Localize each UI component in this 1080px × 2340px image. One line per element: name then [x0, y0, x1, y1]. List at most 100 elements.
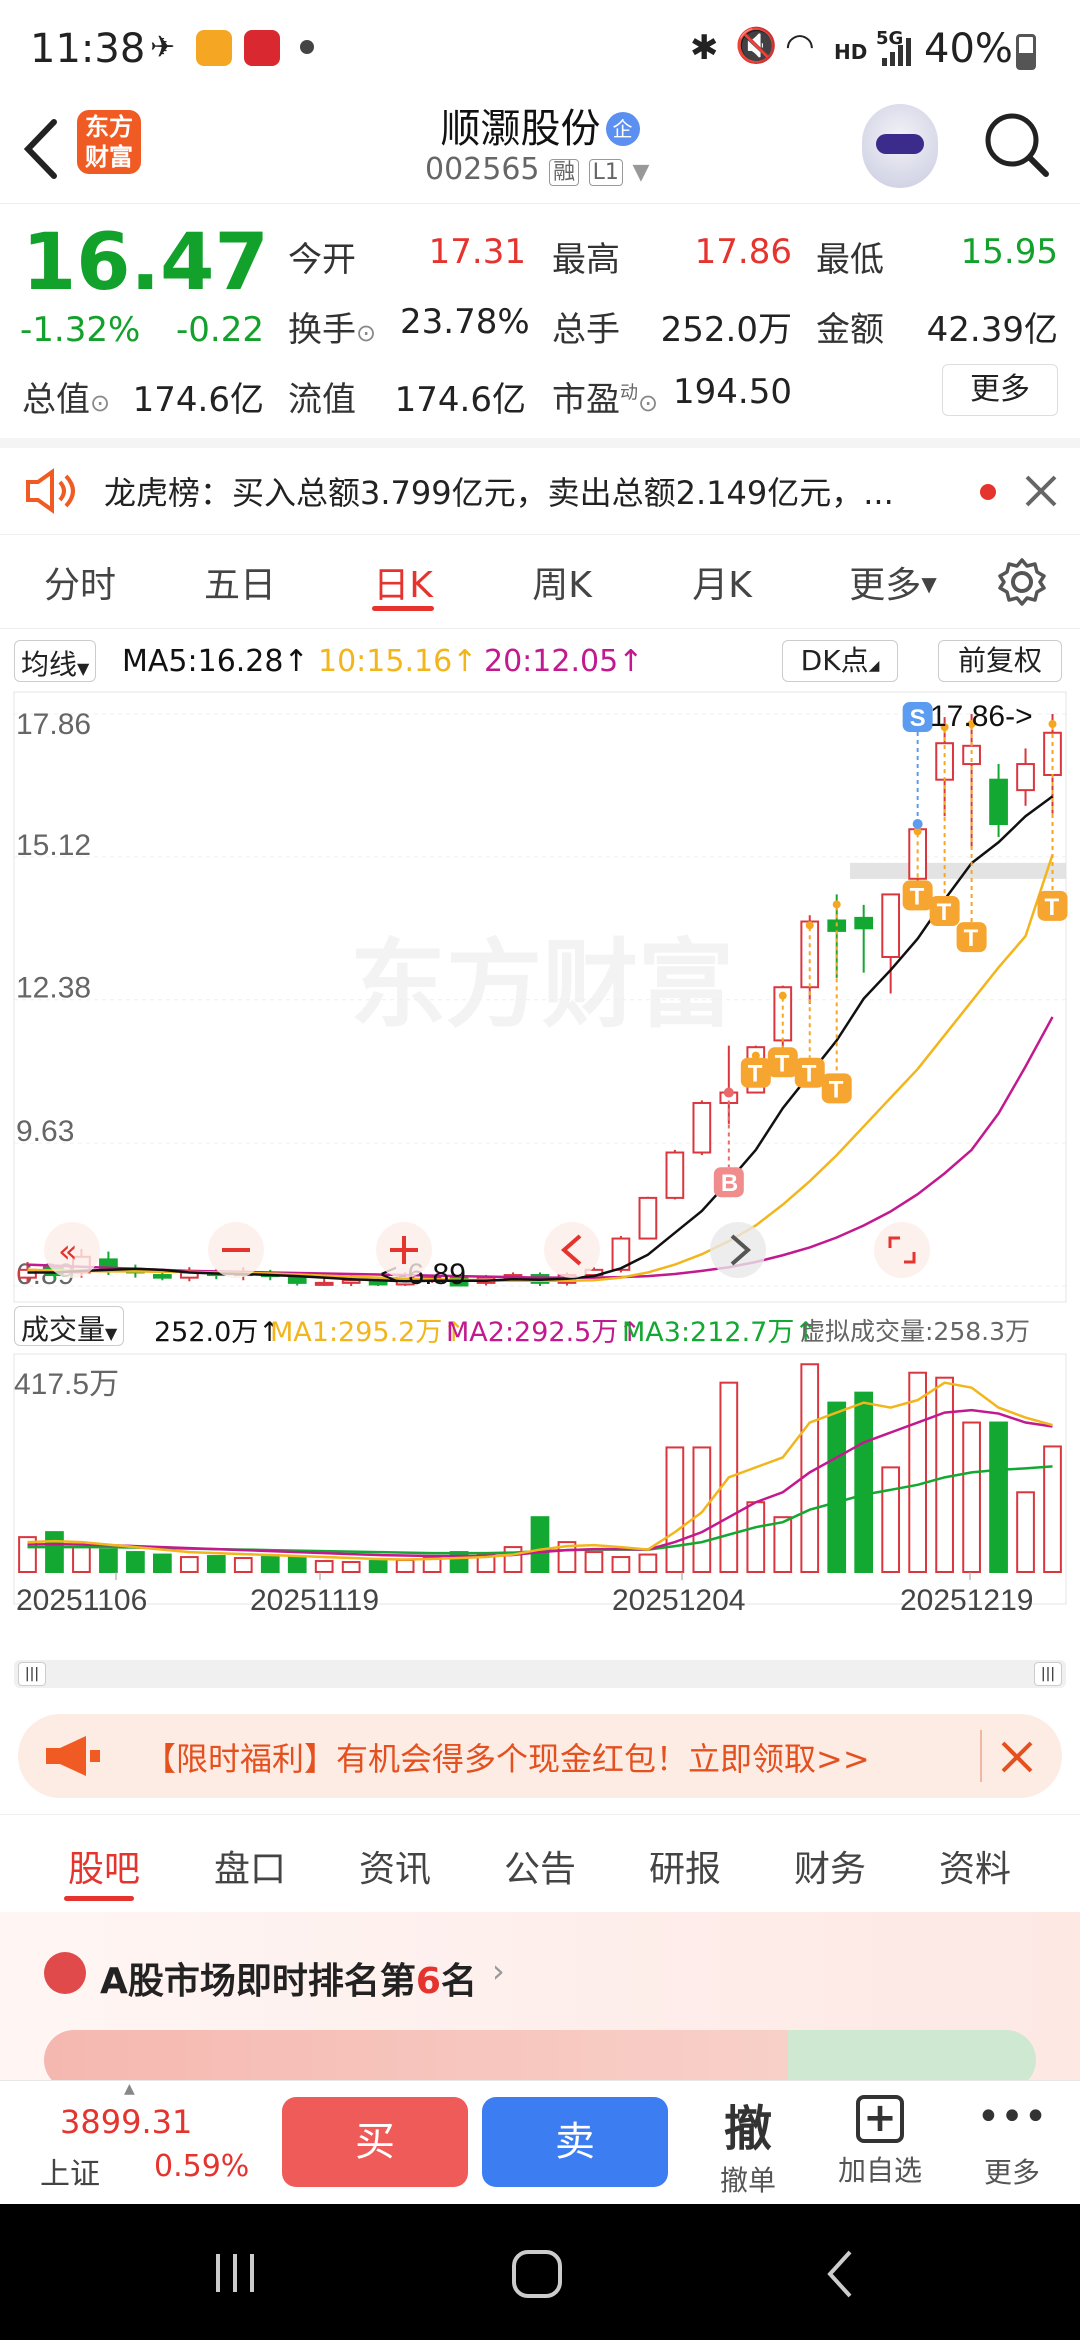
tab-daily-k[interactable]: 日K: [333, 556, 473, 608]
tab-handicap[interactable]: 盘口: [190, 1840, 310, 1892]
volume-indicator-selector[interactable]: 成交量▼: [14, 1306, 125, 1346]
virtual-volume: 虚拟成交量:258.3万: [800, 1317, 1030, 1346]
bluetooth-icon: ✱: [690, 28, 719, 68]
sell-button[interactable]: 卖: [482, 2097, 668, 2187]
index-value[interactable]: 3899.31: [60, 2103, 192, 2141]
volume-bar: [206, 1555, 226, 1573]
tab-monthly-k[interactable]: 月K: [652, 556, 792, 608]
scroll-left-icon[interactable]: [544, 1222, 600, 1278]
tab-research[interactable]: 研报: [625, 1840, 745, 1892]
signal-dot: [805, 921, 814, 930]
tab-finance[interactable]: 财务: [770, 1840, 890, 1892]
active-tab-indicator: [64, 1896, 134, 1901]
candle: [989, 778, 1008, 826]
candle: [881, 893, 901, 958]
turnover-value: 23.78%: [400, 302, 530, 342]
tab-more[interactable]: 更多▼: [818, 556, 968, 608]
highlight-band: [850, 862, 1066, 879]
scroll-right-icon[interactable]: [710, 1222, 766, 1278]
volume-bar: [854, 1391, 874, 1573]
chart-scrollbar[interactable]: ||| |||: [14, 1660, 1066, 1688]
tab-intraday[interactable]: 分时: [10, 556, 150, 608]
volume-bar: [72, 1546, 91, 1573]
tab-news[interactable]: 资讯: [335, 1840, 455, 1892]
add-icon: +: [856, 2095, 904, 2143]
y-tick-label: 17.86: [16, 708, 91, 741]
buy-button[interactable]: 买: [282, 2097, 468, 2187]
volume-bar: [692, 1446, 712, 1573]
signal-s-label: S: [910, 705, 926, 732]
signal-dot: [778, 991, 787, 1000]
scrollbar-right-handle[interactable]: |||: [1034, 1662, 1062, 1686]
more-dots-icon: •••: [976, 2094, 1048, 2140]
back-nav-icon[interactable]: [820, 2246, 860, 2302]
dk-point-button[interactable]: DK点◢: [782, 640, 898, 682]
volume-bar: [260, 1556, 280, 1574]
tab-weekly-k[interactable]: 周K: [492, 556, 632, 608]
notice-bar[interactable]: 龙虎榜：买入总额3.799亿元，卖出总额2.149亿元，...: [0, 448, 1080, 534]
change-amount: -0.22: [176, 310, 264, 350]
volume-bar: [1043, 1445, 1062, 1573]
info-icon: ⊙: [90, 389, 111, 417]
index-change[interactable]: 0.59%: [154, 2149, 249, 2184]
y-tick-label: 15.12: [16, 829, 91, 862]
dropdown-icon: ▼: [632, 160, 650, 185]
volume-chart[interactable]: 417.5万 20251106 20251119 20251204 20251219: [0, 1350, 1080, 1610]
y-tick-label: 12.38: [16, 972, 91, 1005]
y-tick-label: 9.63: [16, 1115, 74, 1148]
index-name[interactable]: 上证: [40, 2149, 100, 2193]
ranking-text: A股市场即时排名第6名: [100, 1961, 477, 2002]
close-icon[interactable]: [1022, 472, 1060, 510]
tab-profile[interactable]: 资料: [915, 1840, 1035, 1892]
change-percent: -1.32%: [20, 310, 141, 350]
close-banner-icon[interactable]: [998, 1738, 1036, 1776]
speaker-icon: [26, 468, 75, 514]
tab-guba[interactable]: 股吧: [44, 1840, 164, 1892]
recent-apps-icon[interactable]: [210, 2248, 260, 2298]
pe-label: 市盈动⊙: [552, 380, 659, 420]
cancel-order-icon: 撤: [723, 2101, 772, 2157]
candle: [1016, 763, 1035, 792]
volume-bar: [152, 1553, 172, 1574]
fullscreen-icon[interactable]: [874, 1222, 930, 1278]
signal-dot: [723, 1087, 734, 1098]
high-price-marker: 17.86->: [930, 700, 1033, 733]
more-menu-button[interactable]: ••• 更多: [964, 2089, 1060, 2191]
volume-bar: [638, 1553, 658, 1574]
signal-t-label: T: [775, 1050, 790, 1077]
system-nav-bar: [0, 2204, 1080, 2340]
volume-bar: [368, 1560, 388, 1573]
battery-icon: [1016, 34, 1036, 70]
amount-label: 金额: [816, 310, 884, 350]
ma-selector[interactable]: 均线▼: [14, 640, 97, 682]
volume-value: 252.0万↑: [154, 1317, 281, 1348]
more-quote-button[interactable]: 更多: [942, 364, 1058, 416]
candle: [854, 916, 874, 930]
level-tag: L1: [588, 159, 623, 186]
signal-t-label: T: [1045, 894, 1060, 921]
tab-five-day[interactable]: 五日: [170, 556, 310, 608]
ma10-value: 10:15.16↑: [318, 644, 478, 679]
cancel-order-button[interactable]: 撤 撤单: [700, 2089, 796, 2199]
wifi-icon: ◠: [785, 26, 815, 66]
volume-bar: [773, 1516, 793, 1573]
stock-code-row[interactable]: 002565 融 L1 ▼: [425, 152, 649, 187]
kline-chart[interactable]: 东方财富 17.8615.1212.389.636.89 TTTTTTTTSB …: [0, 688, 1080, 1308]
more-menu-label: 更多: [983, 2156, 1040, 2189]
settings-gear-icon[interactable]: [996, 556, 1048, 608]
mute-icon: 🔇: [735, 26, 778, 66]
turnover-label: 换手⊙: [288, 310, 377, 350]
ranking-card[interactable]: A股市场即时排名第6名 ›: [0, 1912, 1080, 2090]
robot-assistant-icon[interactable]: [862, 104, 938, 188]
tab-announcements[interactable]: 公告: [480, 1840, 600, 1892]
search-icon[interactable]: [982, 110, 1052, 180]
promo-banner[interactable]: 【限时福利】有机会得多个现金红包！立即领取>>: [18, 1714, 1062, 1798]
ranking-icon: [44, 1952, 86, 1994]
cancel-order-label: 撤单: [719, 2164, 776, 2197]
volume-bar: [1016, 1491, 1035, 1574]
home-icon[interactable]: [510, 2248, 566, 2300]
scrollbar-left-handle[interactable]: |||: [18, 1662, 46, 1686]
stock-code: 002565: [425, 152, 540, 187]
adjust-button[interactable]: 前复权: [938, 640, 1062, 682]
add-watchlist-button[interactable]: + 加自选: [830, 2089, 930, 2189]
